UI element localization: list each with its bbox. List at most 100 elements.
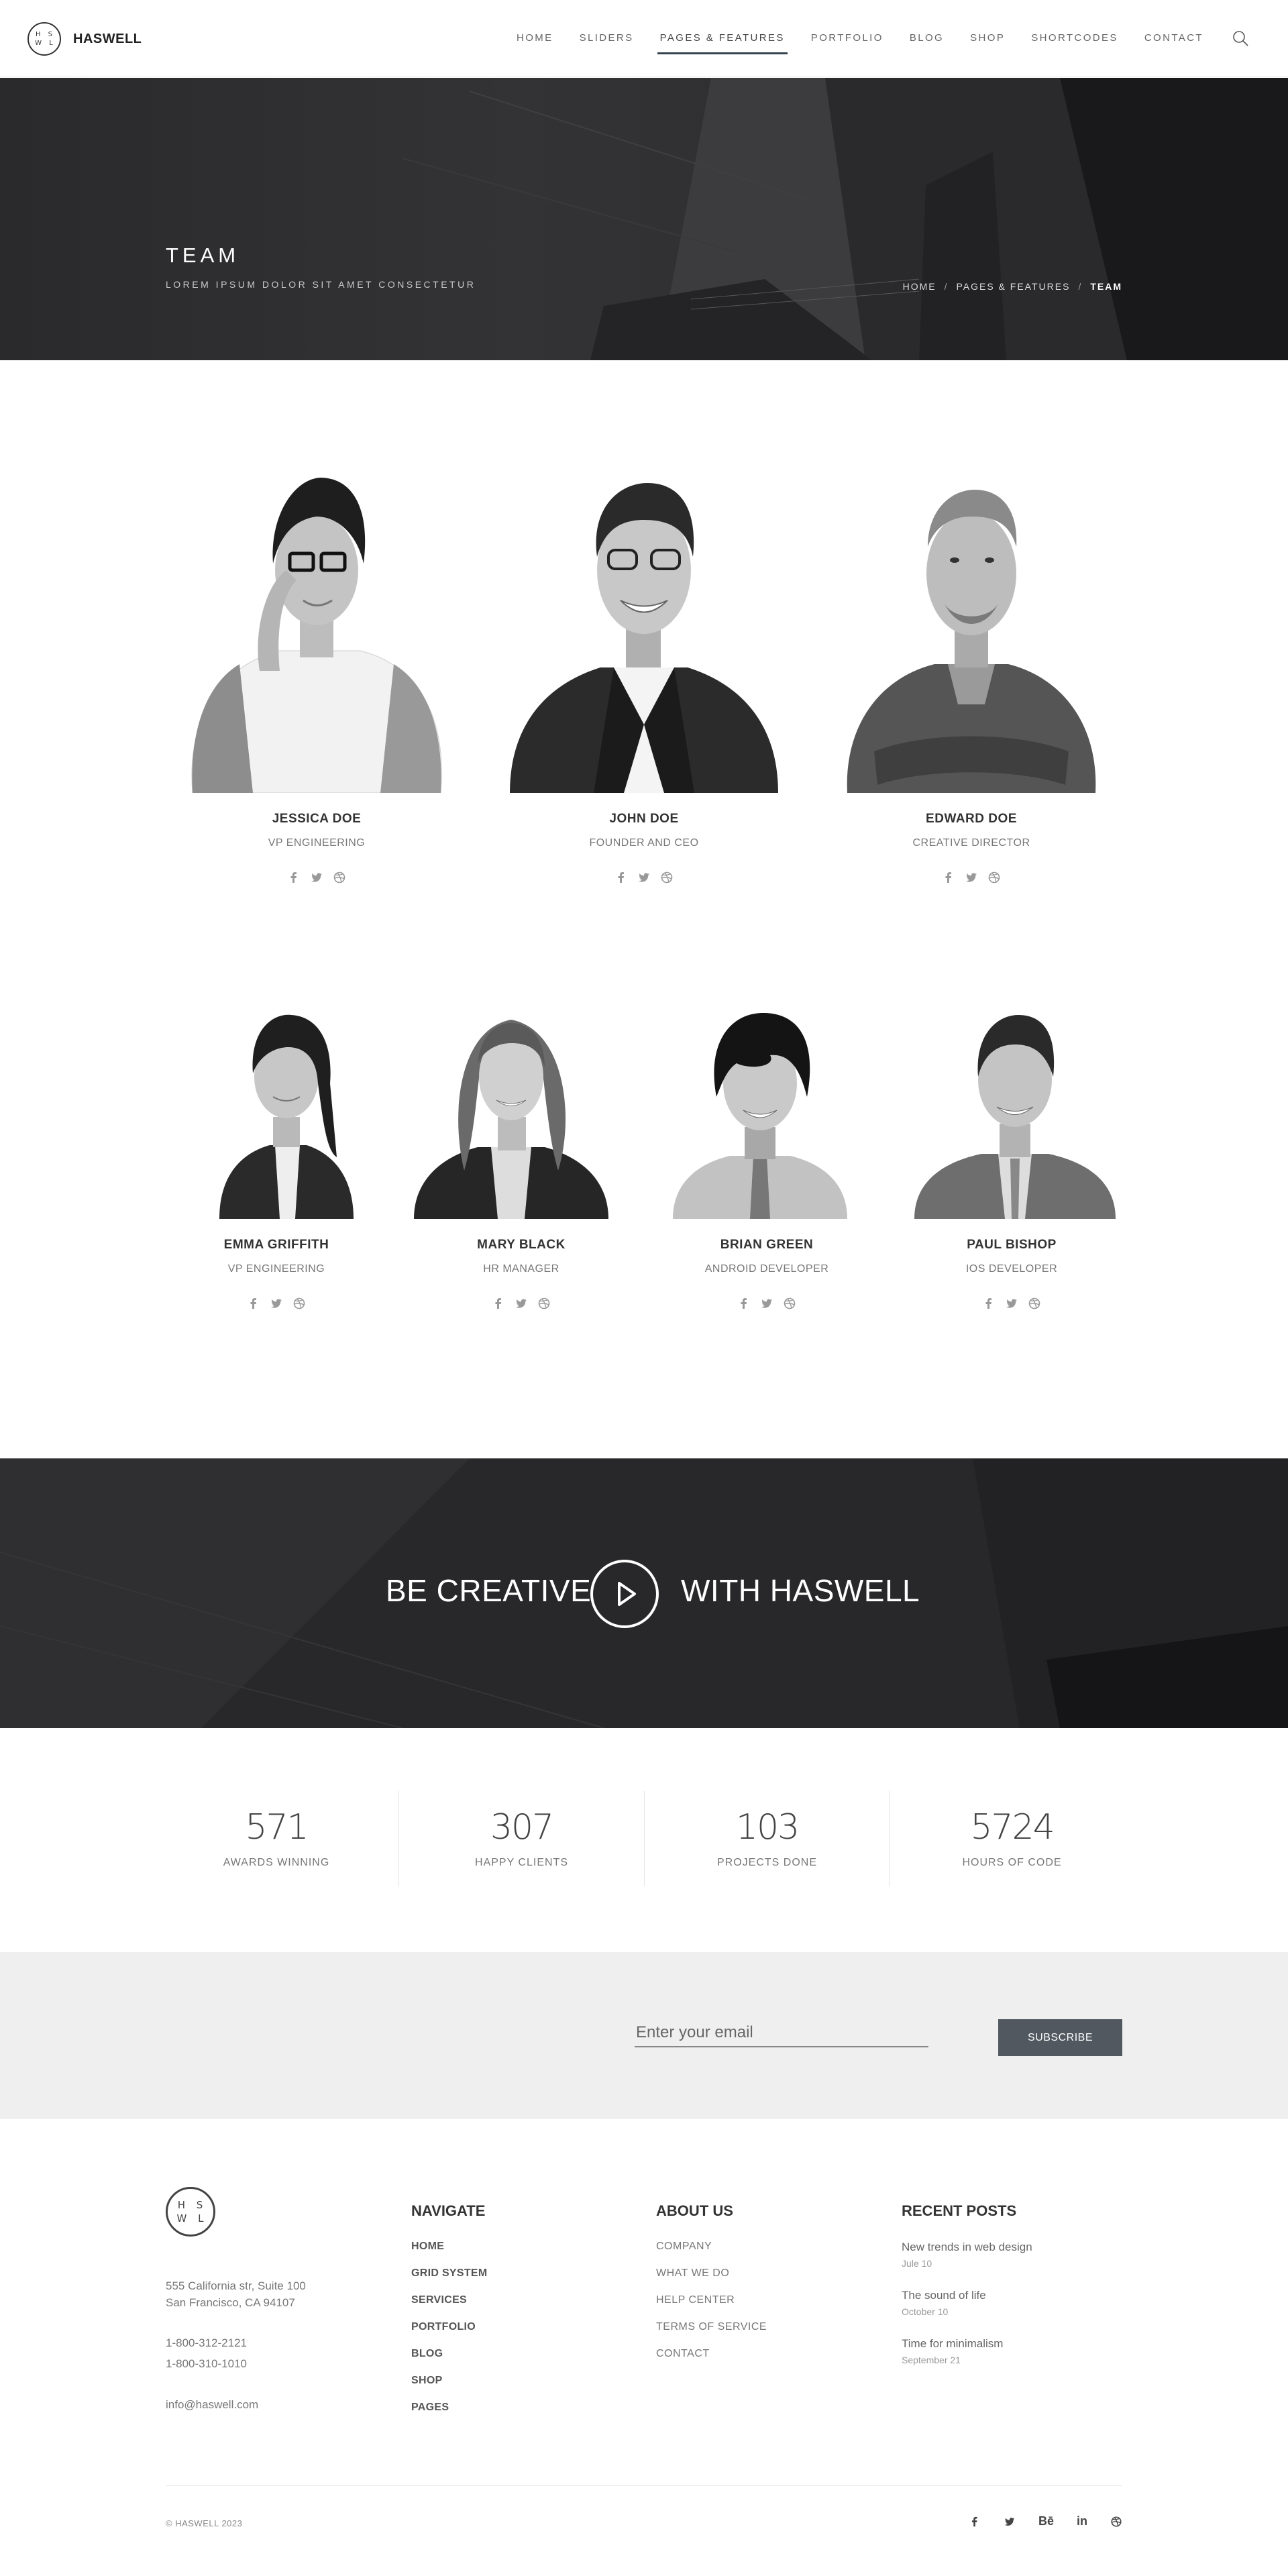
play-icon xyxy=(618,1582,636,1606)
member-name: BRIAN GREEN xyxy=(720,1238,814,1252)
team-member-card: JESSICA DOE VP ENGINEERING xyxy=(166,470,468,899)
twitter-icon[interactable] xyxy=(270,1297,283,1310)
facebook-icon[interactable] xyxy=(942,871,955,884)
member-social xyxy=(166,1297,387,1310)
menu-item-contact[interactable]: CONTACT xyxy=(1144,32,1203,44)
phone-number: 1-800-310-1010 xyxy=(166,2357,247,2370)
facebook-icon[interactable] xyxy=(287,871,301,884)
counter-value: 571 xyxy=(245,1807,309,1847)
phone-number: 1-800-312-2121 xyxy=(166,2337,247,2349)
breadcrumb-separator: / xyxy=(944,281,949,292)
facebook-icon[interactable] xyxy=(247,1297,260,1310)
member-social xyxy=(901,1297,1122,1310)
twitter-icon[interactable] xyxy=(1004,2516,1016,2528)
dribbble-icon[interactable] xyxy=(1028,1297,1041,1310)
footer-logo-icon[interactable]: H SW L xyxy=(166,2187,215,2237)
counter-value: 307 xyxy=(490,1807,554,1847)
counter-label: HAPPY CLIENTS xyxy=(475,1857,568,1868)
brand-name[interactable]: HASWELL xyxy=(73,32,142,47)
member-photo[interactable] xyxy=(911,1003,1119,1219)
breadcrumb-current: TEAM xyxy=(1090,281,1122,292)
facebook-icon[interactable] xyxy=(969,2516,981,2528)
twitter-icon[interactable] xyxy=(1005,1297,1018,1310)
banner-text-left: BE CREATIVE xyxy=(386,1573,592,1608)
twitter-icon[interactable] xyxy=(310,871,323,884)
video-banner: BE CREATIVE WITH HASWELL xyxy=(0,1458,1288,1728)
counter-value: 5724 xyxy=(970,1807,1055,1847)
member-photo[interactable] xyxy=(669,1003,851,1219)
footer-link[interactable]: SERVICES xyxy=(411,2294,488,2321)
footer-email[interactable]: info@haswell.com xyxy=(166,2396,258,2413)
footer-heading-posts: RECENT POSTS xyxy=(902,2202,1017,2219)
breadcrumb-home[interactable]: HOME xyxy=(903,281,936,292)
counter-value: 103 xyxy=(735,1807,800,1847)
menu-item-shortcodes[interactable]: SHORTCODES xyxy=(1031,32,1118,44)
menu-item-home[interactable]: HOME xyxy=(517,32,553,44)
counter-label: AWARDS WINNING xyxy=(223,1857,330,1868)
member-role: VP ENGINEERING xyxy=(227,1263,325,1275)
banner-text-right: WITH HASWELL xyxy=(681,1573,920,1608)
newsletter-section: SUBSCRIBE xyxy=(0,1952,1288,2119)
member-photo[interactable] xyxy=(506,470,782,793)
twitter-icon[interactable] xyxy=(637,871,651,884)
menu-item-sliders[interactable]: SLIDERS xyxy=(580,32,634,44)
twitter-icon[interactable] xyxy=(760,1297,773,1310)
menu-item-portfolio[interactable]: PORTFOLIO xyxy=(811,32,883,44)
post-title[interactable]: The sound of life xyxy=(902,2289,986,2302)
dribbble-icon[interactable] xyxy=(783,1297,796,1310)
team-member-card: MARY BLACK HR MANAGER xyxy=(411,1003,632,1325)
dribbble-icon[interactable] xyxy=(987,871,1001,884)
logo-icon[interactable]: H SW L xyxy=(28,22,61,56)
post-title[interactable]: New trends in web design xyxy=(902,2241,1032,2254)
footer-link[interactable]: PORTFOLIO xyxy=(411,2321,488,2348)
search-icon[interactable] xyxy=(1232,30,1249,47)
member-photo[interactable] xyxy=(834,470,1109,793)
team-member-card: EMMA GRIFFITH VP ENGINEERING xyxy=(166,1003,387,1325)
breadcrumb-pages-features[interactable]: PAGES & FEATURES xyxy=(956,281,1070,292)
facebook-icon[interactable] xyxy=(492,1297,505,1310)
breadcrumb-separator: / xyxy=(1078,281,1083,292)
breadcrumb: HOME / PAGES & FEATURES / TEAM xyxy=(903,281,1122,292)
email-input[interactable] xyxy=(635,2019,928,2047)
menu-item-shop[interactable]: SHOP xyxy=(970,32,1005,44)
post-date: Jule 10 xyxy=(902,2258,932,2269)
facebook-icon[interactable] xyxy=(982,1297,996,1310)
twitter-icon[interactable] xyxy=(515,1297,528,1310)
member-name: JESSICA DOE xyxy=(272,812,362,826)
subscribe-button[interactable]: SUBSCRIBE xyxy=(998,2019,1122,2056)
member-photo[interactable] xyxy=(411,1003,612,1219)
member-name: EDWARD DOE xyxy=(926,812,1017,826)
member-social xyxy=(493,871,795,884)
post-title[interactable]: Time for minimalism xyxy=(902,2337,1003,2351)
page-title: TEAM xyxy=(166,244,240,267)
recent-post: New trends in web design Jule 10 xyxy=(902,2241,1032,2269)
menu-item-blog[interactable]: BLOG xyxy=(910,32,944,44)
footer-link[interactable]: HELP CENTER xyxy=(656,2294,767,2321)
member-photo[interactable] xyxy=(216,1003,357,1219)
footer-link[interactable]: WHAT WE DO xyxy=(656,2267,767,2294)
play-button[interactable] xyxy=(590,1560,659,1628)
dribbble-icon[interactable] xyxy=(660,871,674,884)
footer-link[interactable]: PAGES xyxy=(411,2402,488,2428)
footer-link[interactable]: TERMS OF SERVICE xyxy=(656,2321,767,2348)
facebook-icon[interactable] xyxy=(737,1297,751,1310)
dribbble-icon[interactable] xyxy=(1110,2516,1122,2528)
twitter-icon[interactable] xyxy=(965,871,978,884)
dribbble-icon[interactable] xyxy=(333,871,346,884)
linkedin-icon[interactable]: in xyxy=(1077,2514,1087,2528)
footer-link[interactable]: SHOP xyxy=(411,2375,488,2402)
dribbble-icon[interactable] xyxy=(537,1297,551,1310)
footer-link[interactable]: CONTACT xyxy=(656,2348,767,2375)
team-member-card: EDWARD DOE CREATIVE DIRECTOR xyxy=(820,470,1122,899)
facebook-icon[interactable] xyxy=(614,871,628,884)
dribbble-icon[interactable] xyxy=(292,1297,306,1310)
menu-item-pages-features[interactable]: PAGES & FEATURES xyxy=(657,32,788,54)
footer-link[interactable]: HOME xyxy=(411,2241,488,2267)
footer-link[interactable]: GRID SYSTEM xyxy=(411,2267,488,2294)
behance-icon[interactable]: Bē xyxy=(1038,2514,1054,2528)
footer-link[interactable]: BLOG xyxy=(411,2348,488,2375)
footer-link[interactable]: COMPANY xyxy=(656,2241,767,2267)
member-photo[interactable] xyxy=(179,470,454,793)
member-role: ANDROID DEVELOPER xyxy=(704,1263,829,1275)
footer-navigate-list: HOME GRID SYSTEM SERVICES PORTFOLIO BLOG… xyxy=(411,2241,488,2428)
